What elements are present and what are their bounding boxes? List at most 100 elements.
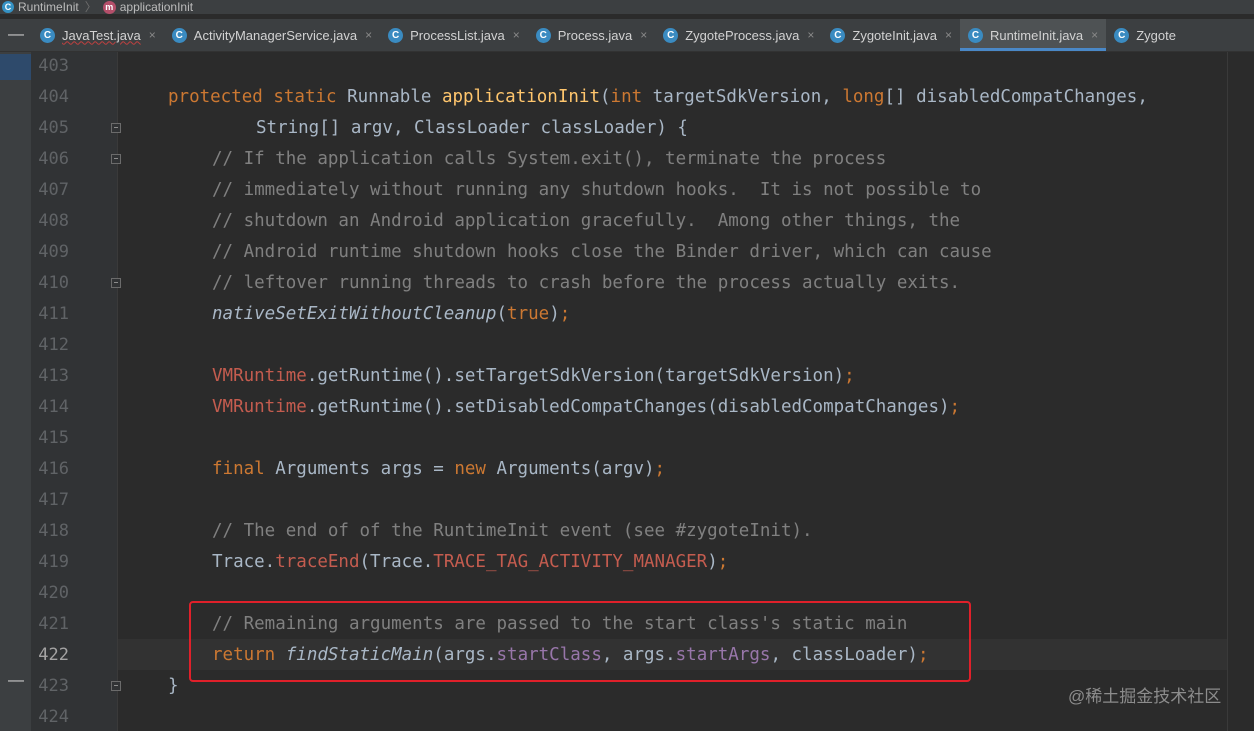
token-semicolon: ;	[844, 366, 855, 386]
code-line-414[interactable]: VMRuntime.getRuntime().setDisabledCompat…	[212, 392, 960, 423]
line-number: 408	[38, 211, 69, 231]
line-number: 405	[38, 118, 69, 138]
token-static-method: nativeSetExitWithoutCleanup	[212, 304, 497, 324]
java-class-icon: C	[967, 27, 983, 43]
code-line-411[interactable]: nativeSetExitWithoutCleanup(true);	[212, 299, 570, 330]
fold-marker-icon[interactable]	[111, 278, 121, 288]
editor-tab-bar: — C JavaTest.java × C ActivityManagerSer…	[0, 19, 1254, 52]
java-class-icon: C	[40, 27, 55, 43]
code-line-416[interactable]: final Arguments args = new Arguments(arg…	[212, 454, 665, 485]
fold-marker-icon[interactable]	[111, 681, 121, 691]
left-tool-strip: —	[0, 52, 31, 731]
tab-label: JavaTest.java	[62, 27, 141, 43]
close-icon[interactable]: ×	[513, 28, 520, 42]
close-icon[interactable]: ×	[365, 28, 372, 42]
close-icon[interactable]: ×	[807, 28, 814, 42]
tab-process[interactable]: C Process.java ×	[528, 19, 655, 51]
token-text: (Trace.	[359, 552, 434, 572]
tab-zygoteprocess[interactable]: C ZygoteProcess.java ×	[655, 19, 822, 51]
code-line-419[interactable]: Trace.traceEnd(Trace.TRACE_TAG_ACTIVITY_…	[212, 547, 728, 578]
breadcrumb-method-label: applicationInit	[119, 0, 194, 14]
close-icon[interactable]: ×	[1091, 28, 1098, 42]
line-number: 410	[38, 273, 69, 293]
token-keyword: int	[610, 87, 643, 107]
close-icon[interactable]: ×	[945, 28, 952, 42]
line-number: 406	[38, 149, 69, 169]
line-number: 412	[38, 335, 69, 355]
line-number: 411	[38, 304, 69, 324]
collapse-icon[interactable]: —	[8, 673, 24, 689]
token-keyword: true	[507, 304, 550, 324]
tab-label: Zygote	[1136, 27, 1176, 43]
token-keyword: long	[842, 87, 885, 107]
line-number: 417	[38, 490, 69, 510]
breadcrumb-class-label: RuntimeInit	[18, 0, 79, 14]
breadcrumb: C RuntimeInit 〉 m applicationInit	[0, 0, 1254, 14]
watermark: @稀土掘金技术社区	[1068, 687, 1222, 706]
tab-processlist[interactable]: C ProcessList.java ×	[380, 19, 528, 51]
tab-javatest[interactable]: C JavaTest.java ×	[32, 19, 164, 51]
collapse-icon[interactable]: —	[0, 19, 32, 51]
class-icon: C	[2, 1, 14, 13]
tool-strip-selection[interactable]	[0, 54, 31, 80]
tab-activitymanagerservice[interactable]: C ActivityManagerService.java ×	[164, 19, 380, 51]
token-text: )	[549, 304, 560, 324]
code-line-405[interactable]: String[] argv, ClassLoader classLoader) …	[256, 113, 688, 144]
token-text: (	[599, 87, 611, 107]
token-text: Runnable	[336, 87, 442, 107]
code-line-407[interactable]: // immediately without running any shutd…	[212, 175, 981, 206]
java-class-icon: C	[535, 27, 551, 43]
code-line-408[interactable]: // shutdown an Android application grace…	[212, 206, 960, 237]
token-unresolved-constant: TRACE_TAG_ACTIVITY_MANAGER	[433, 552, 708, 572]
tab-zygoteinit[interactable]: C ZygoteInit.java ×	[822, 19, 960, 51]
token-text: .getRuntime().setTargetSdkVersion(target…	[306, 366, 845, 386]
right-scrollbar-gutter[interactable]	[1227, 52, 1254, 731]
fold-marker-icon[interactable]	[111, 154, 121, 164]
java-class-icon: C	[171, 27, 187, 43]
java-class-icon: C	[830, 27, 846, 43]
token-keyword: final	[212, 459, 265, 479]
tab-label: ActivityManagerService.java	[193, 27, 358, 43]
code-line-409[interactable]: // Android runtime shutdown hooks close …	[212, 237, 992, 268]
code-line-404[interactable]: protected static Runnable applicationIni…	[168, 82, 1148, 113]
token-unresolved-class: VMRuntime	[212, 366, 307, 386]
line-number: 420	[38, 583, 69, 603]
line-number-current: 422	[38, 645, 69, 665]
token-text: (	[496, 304, 508, 324]
tab-label: ZygoteProcess.java	[685, 27, 800, 43]
line-number: 419	[38, 552, 69, 572]
token-text: Arguments args =	[264, 459, 455, 479]
token-text: )	[707, 552, 718, 572]
line-number: 423	[38, 676, 69, 696]
token-semicolon: ;	[654, 459, 666, 479]
fold-marker-icon[interactable]	[111, 123, 121, 133]
tab-label: RuntimeInit.java	[989, 27, 1084, 43]
java-class-icon: C	[388, 27, 404, 43]
token-text: targetSdkVersion,	[642, 87, 843, 107]
token-keyword: protected static	[168, 87, 337, 107]
token-method: applicationInit	[441, 87, 600, 107]
breadcrumb-class[interactable]: C RuntimeInit	[0, 1, 81, 13]
token-semicolon: ;	[717, 552, 729, 572]
code-line-423[interactable]: }	[168, 671, 179, 702]
breadcrumb-method[interactable]: m applicationInit	[101, 0, 195, 14]
tab-label: ProcessList.java	[410, 27, 505, 43]
code-line-418[interactable]: // The end of of the RuntimeInit event (…	[212, 516, 813, 547]
line-number: 409	[38, 242, 69, 262]
close-icon[interactable]: ×	[640, 28, 647, 42]
token-unresolved-class: VMRuntime	[212, 397, 307, 417]
line-number: 403	[38, 56, 69, 76]
line-number: 414	[38, 397, 69, 417]
tab-label: Process.java	[557, 27, 633, 43]
code-line-410[interactable]: // leftover running threads to crash bef…	[212, 268, 960, 299]
token-semicolon: ;	[559, 304, 571, 324]
code-line-413[interactable]: VMRuntime.getRuntime().setTargetSdkVersi…	[212, 361, 855, 392]
token-text: Trace.	[212, 552, 276, 572]
close-icon[interactable]: ×	[149, 28, 156, 42]
token-keyword: new	[454, 459, 486, 479]
tab-runtimeinit[interactable]: C RuntimeInit.java ×	[959, 19, 1107, 51]
token-text: .getRuntime().setDisabledCompatChanges(d…	[306, 397, 950, 417]
code-line-406[interactable]: // If the application calls System.exit(…	[212, 144, 886, 175]
line-number: 413	[38, 366, 69, 386]
tab-zygote[interactable]: C Zygote	[1106, 19, 1184, 51]
